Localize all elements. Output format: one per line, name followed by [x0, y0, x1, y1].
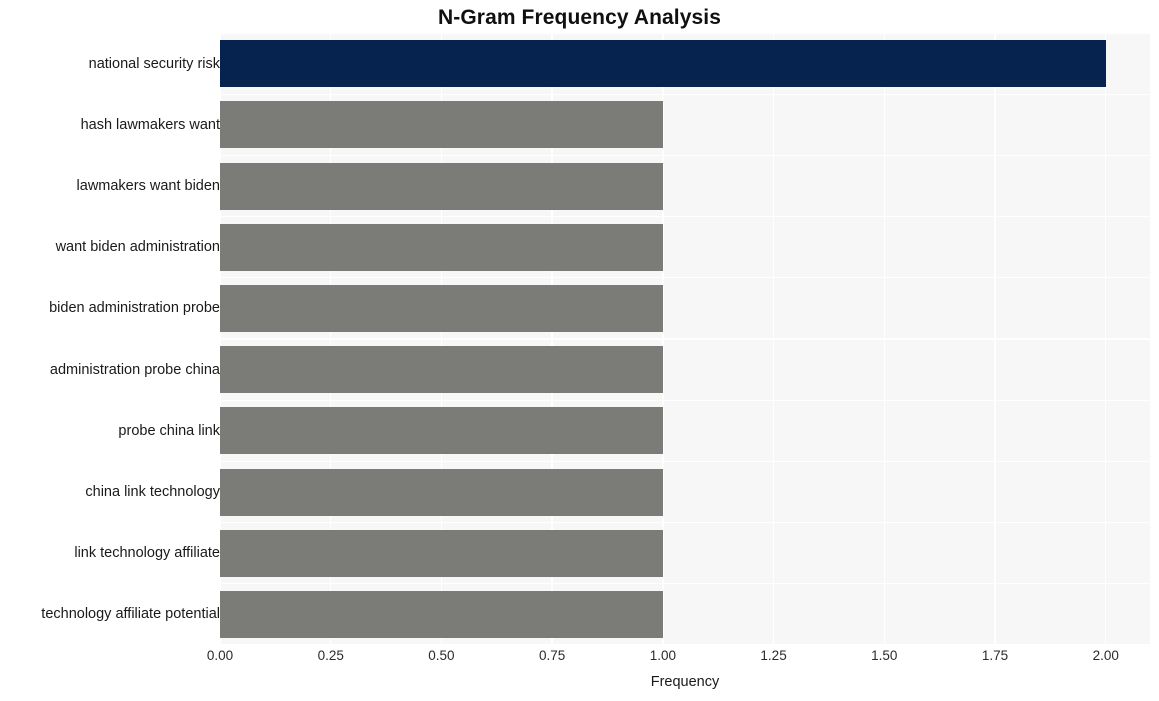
x-axis-tick-label: 1.25	[760, 648, 787, 663]
x-axis-tick-label: 1.00	[649, 648, 676, 663]
y-axis-tick-label: link technology affiliate	[74, 545, 220, 562]
y-axis-tick-label: want biden administration	[55, 239, 220, 256]
x-axis-tick-label: 0.00	[206, 648, 234, 663]
bar	[220, 468, 663, 516]
y-axis-tick-label: probe china link	[118, 422, 220, 439]
chart-title: N-Gram Frequency Analysis	[438, 6, 721, 29]
y-axis-tick-label: lawmakers want biden	[76, 178, 220, 194]
gridline-horizontal	[220, 583, 1150, 585]
gridline-horizontal	[220, 277, 1150, 279]
bar	[220, 101, 663, 149]
bar	[220, 284, 663, 332]
gridline-horizontal	[220, 399, 1150, 401]
bar	[220, 529, 663, 577]
x-axis-tick-label: 1.50	[871, 648, 898, 663]
x-axis-tick-label: 0.50	[428, 648, 455, 663]
gridline-horizontal	[220, 215, 1150, 218]
bar	[220, 407, 663, 455]
gridline-horizontal	[220, 338, 1150, 340]
x-axis-tick-label: 1.75	[981, 648, 1009, 663]
bar	[220, 590, 663, 638]
gridline-horizontal	[220, 460, 1150, 463]
bar	[220, 40, 1106, 88]
gridline-horizontal	[220, 154, 1150, 157]
chart-figure: N-Gram Frequency Analysis national secur…	[0, 0, 1159, 701]
plot-area	[220, 33, 1150, 645]
y-axis-tick-label: china link technology	[85, 484, 220, 500]
bar	[220, 346, 663, 394]
y-axis-tick-labels: national security risk hash lawmakers wan…	[0, 33, 220, 645]
gridline-horizontal	[220, 521, 1150, 524]
gridline-horizontal	[220, 93, 1150, 95]
y-axis-tick-label: biden administration probe	[49, 300, 220, 317]
x-axis-label: Frequency	[650, 674, 720, 690]
x-axis-tick-label: 0.75	[539, 648, 566, 663]
gridline-horizontal	[220, 644, 1150, 645]
gridline-horizontal	[220, 33, 1150, 34]
y-axis-tick-label: administration probe china	[49, 361, 220, 378]
x-axis-tick-label: 2.00	[1092, 648, 1119, 663]
bar	[220, 223, 663, 271]
bar	[220, 162, 663, 210]
y-axis-tick-label: hash lawmakers want	[80, 116, 220, 133]
y-axis-tick-label: technology affiliate potential	[41, 606, 220, 623]
x-axis-tick-label: 0.25	[317, 648, 344, 663]
x-axis-tick-labels: 0.00 0.25 0.50 0.75 1.00 1.25 1.50 1.75 2.00	[207, 648, 1150, 670]
y-axis-tick-label: national security risk	[88, 55, 220, 72]
